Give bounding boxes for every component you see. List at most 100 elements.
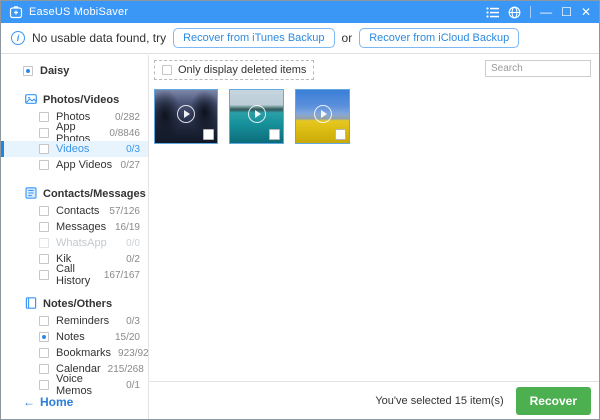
app-videos-checkbox[interactable] bbox=[39, 160, 49, 170]
calendar-checkbox[interactable] bbox=[39, 364, 49, 374]
footer-bar: You've selected 15 item(s) Recover bbox=[149, 381, 599, 419]
item-label: WhatsApp bbox=[56, 237, 107, 249]
home-link[interactable]: ← Home bbox=[23, 395, 73, 409]
video-thumbnail-2[interactable] bbox=[229, 89, 284, 144]
item-label: Videos bbox=[56, 143, 89, 155]
section-label: Notes/Others bbox=[43, 298, 112, 310]
sidebar-item-videos[interactable]: Videos 0/3 bbox=[1, 141, 148, 157]
titlebar-controls: — ☐ ✕ bbox=[486, 1, 591, 23]
item-label: Bookmarks bbox=[56, 347, 111, 359]
item-count: 16/19 bbox=[115, 222, 140, 233]
minimize-icon[interactable]: — bbox=[540, 1, 552, 23]
item-label: Messages bbox=[56, 221, 106, 233]
notification-message: No usable data found, try bbox=[32, 31, 166, 45]
titlebar-separator bbox=[530, 6, 531, 18]
section-header-photos-videos: Photos/Videos bbox=[1, 91, 148, 109]
item-count: 0/1 bbox=[126, 380, 140, 391]
recover-itunes-backup-button[interactable]: Recover from iTunes Backup bbox=[173, 28, 334, 48]
item-count: 0/3 bbox=[126, 316, 140, 327]
sidebar-item-messages[interactable]: Messages 16/19 bbox=[1, 219, 148, 235]
search-input[interactable] bbox=[485, 60, 591, 77]
voice-memos-checkbox[interactable] bbox=[39, 380, 49, 390]
notification-bar: i No usable data found, try Recover from… bbox=[1, 23, 599, 54]
section-notes-others: Notes/OthersReminders0/3Notes15/20Bookma… bbox=[1, 295, 148, 393]
section-photos-videos: Photos/VideosPhotos0/282App Photos0/8846… bbox=[1, 91, 148, 173]
play-icon bbox=[177, 105, 195, 123]
item-label: Voice Memos bbox=[56, 373, 119, 397]
videos-checkbox[interactable] bbox=[39, 144, 49, 154]
menu-list-icon[interactable] bbox=[486, 7, 499, 18]
device-checkbox[interactable] bbox=[23, 66, 33, 76]
thumbnail-checkbox[interactable] bbox=[203, 129, 214, 140]
item-count: 57/126 bbox=[109, 206, 140, 217]
sidebar-item-notes[interactable]: Notes15/20 bbox=[1, 329, 148, 345]
photos-checkbox[interactable] bbox=[39, 112, 49, 122]
sidebar-item-call-history[interactable]: Call History167/167 bbox=[1, 267, 148, 283]
app-logo-icon bbox=[9, 5, 23, 19]
section-label: Photos/Videos bbox=[43, 94, 119, 106]
call-history-checkbox[interactable] bbox=[39, 270, 49, 280]
only-deleted-label: Only display deleted items bbox=[178, 64, 306, 76]
section-header-notes-others: Notes/Others bbox=[1, 295, 148, 313]
item-count: 15/20 bbox=[115, 332, 140, 343]
titlebar: EaseUS MobiSaver — ☐ ✕ bbox=[1, 1, 599, 23]
sidebar-item-contacts[interactable]: Contacts 57/126 bbox=[1, 203, 148, 219]
video-thumbnail-3[interactable] bbox=[295, 89, 350, 144]
maximize-icon[interactable]: ☐ bbox=[561, 1, 572, 23]
content-area: DaisyPhotos/VideosPhotos0/282App Photos0… bbox=[1, 55, 599, 419]
language-globe-icon[interactable] bbox=[508, 6, 521, 19]
photos-icon bbox=[25, 93, 37, 108]
only-deleted-checkbox[interactable] bbox=[162, 65, 172, 75]
only-deleted-filter[interactable]: Only display deleted items bbox=[154, 60, 314, 80]
item-count: 0/8846 bbox=[109, 128, 140, 139]
sidebar-item-voice-memos[interactable]: Voice Memos0/1 bbox=[1, 377, 148, 393]
item-label: Call History bbox=[56, 263, 97, 287]
recover-icloud-backup-button[interactable]: Recover from iCloud Backup bbox=[359, 28, 519, 48]
back-arrow-icon: ← bbox=[23, 395, 35, 409]
thumbnail-grid bbox=[149, 80, 599, 144]
item-count: 0/0 bbox=[126, 238, 140, 249]
item-count: 0/27 bbox=[121, 160, 140, 171]
item-count: 0/282 bbox=[115, 112, 140, 123]
recover-button[interactable]: Recover bbox=[516, 387, 591, 415]
sidebar-item-bookmarks[interactable]: Bookmarks923/924 bbox=[1, 345, 148, 361]
sidebar: DaisyPhotos/VideosPhotos0/282App Photos0… bbox=[1, 55, 149, 419]
video-thumbnail-1[interactable] bbox=[154, 89, 218, 144]
sidebar-item-reminders[interactable]: Reminders 0/3 bbox=[1, 313, 148, 329]
play-icon bbox=[248, 105, 266, 123]
contacts-icon bbox=[25, 187, 37, 202]
reminders-checkbox[interactable] bbox=[39, 316, 49, 326]
kik-checkbox[interactable] bbox=[39, 254, 49, 264]
whatsapp-checkbox[interactable] bbox=[39, 238, 49, 248]
notes-icon bbox=[25, 297, 37, 312]
home-label: Home bbox=[40, 395, 73, 409]
info-icon: i bbox=[11, 31, 25, 45]
selection-summary: You've selected 15 item(s) bbox=[375, 395, 503, 407]
bookmarks-checkbox[interactable] bbox=[39, 348, 49, 358]
section-label: Contacts/Messages bbox=[43, 188, 146, 200]
item-count: 167/167 bbox=[104, 270, 140, 281]
item-label: App Videos bbox=[56, 159, 112, 171]
section-contacts-messages: Contacts/Messages Contacts 57/126Messages 1… bbox=[1, 185, 148, 283]
messages-checkbox[interactable] bbox=[39, 222, 49, 232]
app-photos-checkbox[interactable] bbox=[39, 128, 49, 138]
section-header-contacts-messages: Contacts/Messages bbox=[1, 185, 148, 203]
item-count: 0/2 bbox=[126, 254, 140, 265]
thumbnail-checkbox[interactable] bbox=[335, 129, 346, 140]
sidebar-item-app-videos[interactable]: App Videos 0/27 bbox=[1, 157, 148, 173]
or-text: or bbox=[342, 31, 353, 45]
item-label: Contacts bbox=[56, 205, 99, 217]
sidebar-item-whatsapp[interactable]: WhatsApp 0/0 bbox=[1, 235, 148, 251]
item-label: Reminders bbox=[56, 315, 109, 327]
sidebar-item-app-photos[interactable]: App Photos0/8846 bbox=[1, 125, 148, 141]
window-title: EaseUS MobiSaver bbox=[29, 6, 128, 18]
close-icon[interactable]: ✕ bbox=[581, 1, 591, 23]
notes-checkbox[interactable] bbox=[39, 332, 49, 342]
main-pane: Only display deleted items You've select… bbox=[149, 55, 599, 419]
contacts-checkbox[interactable] bbox=[39, 206, 49, 216]
thumbnail-checkbox[interactable] bbox=[269, 129, 280, 140]
main-toolbar: Only display deleted items bbox=[149, 55, 599, 80]
device-item-daisy[interactable]: Daisy bbox=[1, 62, 148, 79]
item-count: 0/3 bbox=[126, 144, 140, 155]
play-icon bbox=[314, 105, 332, 123]
